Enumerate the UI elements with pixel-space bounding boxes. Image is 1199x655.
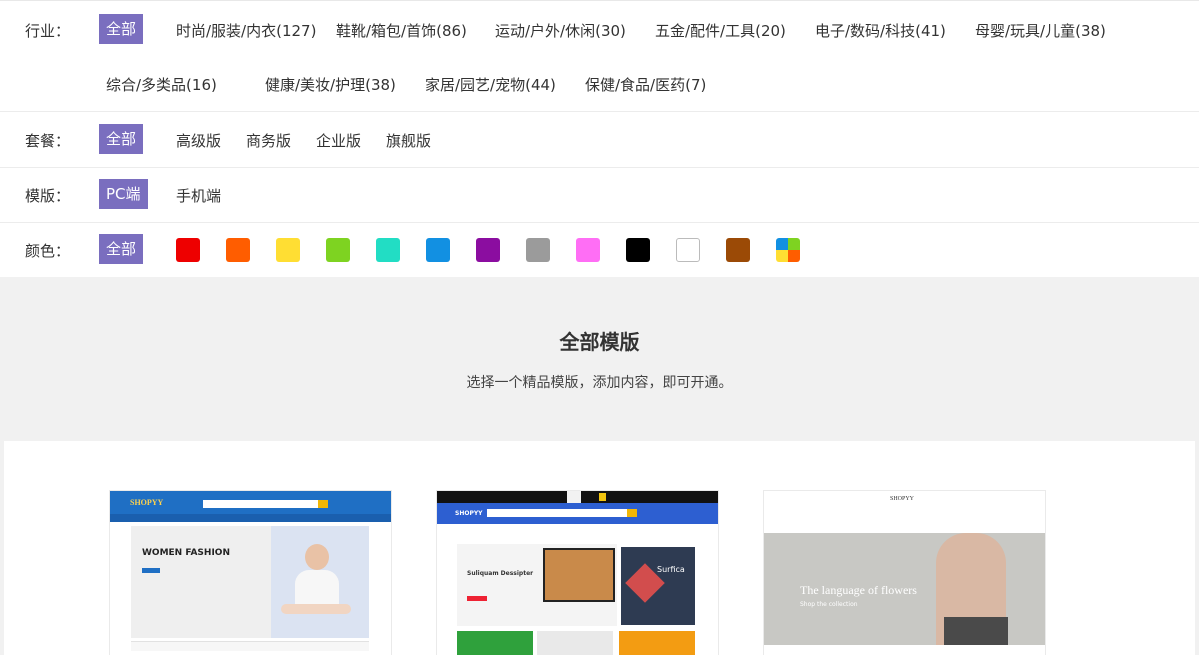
industry-option-health[interactable]: 保健/食品/医药(7) [585,74,706,95]
color-swatch-multicolor[interactable] [776,238,800,262]
color-swatch-cyan[interactable] [376,238,400,262]
industry-option-shoes[interactable]: 鞋靴/箱包/首饰(86) [336,20,467,41]
thumb-hero-title: WOMEN FASHION [142,548,230,558]
color-option-all[interactable]: 全部 [99,234,144,264]
thumb-header: SHOPYY [110,491,391,514]
color-swatch-orange[interactable] [226,238,250,262]
template-label: 模版： [25,187,71,205]
color-swatch-white[interactable] [676,238,700,262]
thumb-features [131,641,369,651]
color-swatch-gray[interactable] [526,238,550,262]
plan-option-business[interactable]: 商务版 [246,130,291,151]
thumb-hero-button [142,568,160,573]
plan-option-flagship[interactable]: 旗舰版 [386,130,431,151]
color-swatch-blue[interactable] [426,238,450,262]
thumb-search-bar [203,500,318,508]
thumb-hero-image [271,526,369,638]
thumb-hero: The language of flowers Shop the collect… [764,533,1045,645]
industry-label: 行业： [25,22,71,40]
thumb-side-banner: Surfica [621,547,695,625]
industry-option-baby[interactable]: 母婴/玩具/儿童(38) [975,20,1106,41]
color-swatch-black[interactable] [626,238,650,262]
thumb-search-bar [487,509,627,517]
thumb-hero-title: Suliquam Dessipter [467,570,534,577]
template-card-fashion[interactable]: SHOPYY WOMEN FASHION [110,491,391,655]
filter-panel: 行业： 全部 时尚/服装/内衣(127) 鞋靴/箱包/首饰(86) 运动/户外/… [0,0,1199,277]
color-swatch-purple[interactable] [476,238,500,262]
template-option-mobile[interactable]: 手机端 [176,185,221,206]
color-swatch-pink[interactable] [576,238,600,262]
plan-option-enterprise[interactable]: 企业版 [316,130,361,151]
plan-option-all[interactable]: 全部 [99,124,144,154]
template-card-electronics[interactable]: SHOPYY Suliquam Dessipter Surfica [437,491,718,655]
thumb-side-title: Surfica [657,565,685,574]
thumb-promo-orange [619,631,695,655]
divider [0,222,1199,223]
thumb-header: SHOPYY [764,491,1045,505]
industry-option-hardware[interactable]: 五金/配件/工具(20) [655,20,786,41]
thumb-hero: WOMEN FASHION [131,526,369,638]
plan-label: 套餐： [25,132,71,150]
thumb-hero-title: The language of flowers [800,583,917,597]
industry-option-general[interactable]: 综合/多类品(16) [106,74,217,95]
template-card-flowers[interactable]: SHOPYY The language of flowers Shop the … [764,491,1045,655]
thumb-search-icon [318,500,328,508]
thumb-topbar [437,491,718,503]
industry-option-home[interactable]: 家居/园艺/宠物(44) [425,74,556,95]
thumb-hero-image [543,548,615,602]
industry-option-beauty[interactable]: 健康/美妆/护理(38) [265,74,396,95]
industry-option-electronics[interactable]: 电子/数码/科技(41) [815,20,946,41]
plan-option-advanced[interactable]: 高级版 [176,130,221,151]
thumb-logo: SHOPYY [890,496,915,502]
section-title: 全部模版 [559,330,640,354]
section-subtitle: 选择一个精品模版，添加内容，即可开通。 [466,375,733,391]
thumb-logo: SHOPYY [130,498,164,507]
industry-option-fashion[interactable]: 时尚/服装/内衣(127) [176,20,316,41]
thumb-hero: Suliquam Dessipter [457,544,617,626]
thumb-header: SHOPYY [437,503,718,524]
template-option-pc[interactable]: PC端 [99,179,148,209]
divider [0,167,1199,168]
thumb-nav [110,514,391,522]
thumb-search-icon [627,509,637,517]
industry-option-all[interactable]: 全部 [99,14,144,44]
industry-option-sports[interactable]: 运动/户外/休闲(30) [495,20,626,41]
divider [0,111,1199,112]
thumb-promo-green [457,631,533,655]
color-swatch-red[interactable] [176,238,200,262]
color-swatch-brown[interactable] [726,238,750,262]
color-label: 颜色： [25,242,71,260]
color-swatch-green[interactable] [326,238,350,262]
color-swatch-yellow[interactable] [276,238,300,262]
thumb-logo: SHOPYY [455,510,483,517]
thumb-hero-subtitle: Shop the collection [800,601,858,608]
thumb-promo-gray [537,631,613,655]
